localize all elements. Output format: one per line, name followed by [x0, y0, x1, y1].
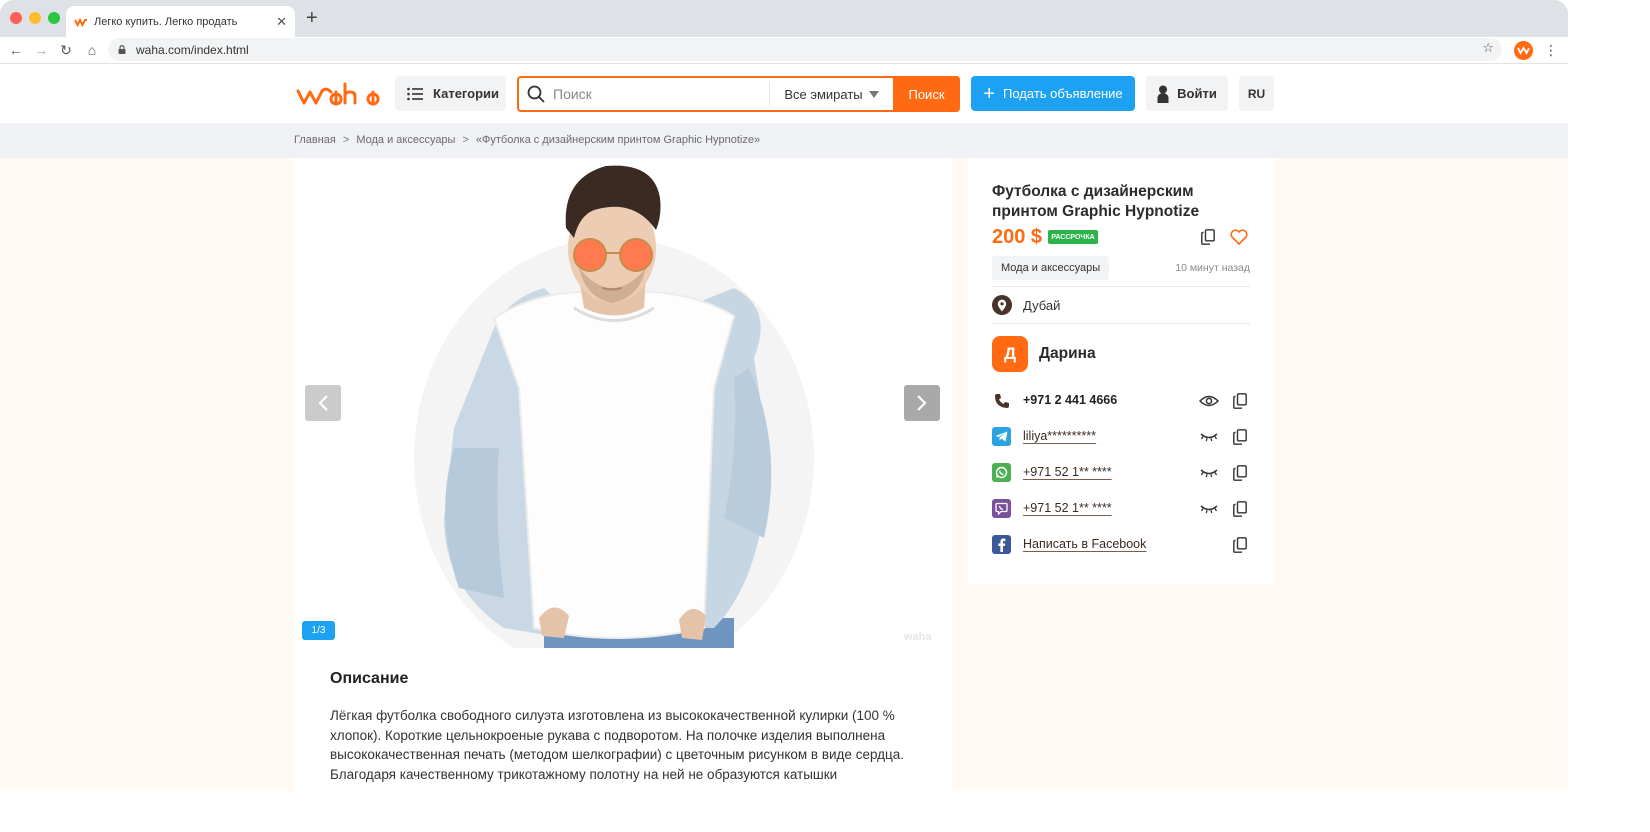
contact-row-facebook: Написать в Facebook [992, 534, 1250, 556]
seller-name[interactable]: Дарина [1039, 345, 1096, 363]
user-icon [1157, 85, 1169, 103]
favorite-button[interactable] [1229, 227, 1249, 247]
back-icon[interactable]: ← [7, 40, 25, 60]
contact-whatsapp-text[interactable]: +971 52 1** **** [1023, 465, 1112, 479]
copy-icon[interactable] [1230, 463, 1250, 483]
search-button[interactable]: Поиск [893, 76, 960, 112]
search-icon [527, 85, 545, 103]
browser-tab-bar: Легко купить. Легко продать ✕ + [0, 0, 1568, 37]
gallery-counter: 1/3 [302, 621, 335, 640]
copy-icon [1201, 229, 1215, 245]
emirates-label: Все эмираты [784, 86, 863, 102]
eye-open-icon[interactable] [1198, 390, 1220, 412]
copy-link-button[interactable] [1198, 227, 1218, 247]
category-chip[interactable]: Мода и аксессуары [992, 256, 1110, 280]
contact-viber-text[interactable]: +971 52 1** **** [1023, 501, 1112, 515]
breadcrumb-category[interactable]: Мода и аксессуары [356, 134, 455, 146]
main-content: waha 1/3 Описание Лёгкая футболка свобод… [0, 158, 1568, 791]
breadcrumb: Главная > Мода и аксессуары > «Футболка … [0, 123, 1568, 158]
breadcrumb-current: «Футболка с дизайнерским принтом Graphic… [475, 134, 761, 146]
post-ad-label: Подать объявление [1003, 86, 1123, 101]
gallery-prev-button[interactable] [305, 385, 341, 421]
window-close-dot[interactable] [10, 12, 22, 24]
login-button[interactable]: Войти [1146, 76, 1228, 111]
chevron-right-icon [917, 395, 927, 411]
contact-row-telegram: liliya********** [992, 426, 1250, 448]
eye-closed-icon[interactable] [1198, 426, 1220, 448]
breadcrumb-separator-icon: > [462, 134, 469, 146]
description-title: Описание [330, 670, 409, 687]
heart-icon [1230, 229, 1248, 245]
login-label: Войти [1177, 86, 1217, 101]
gallery-next-button[interactable] [904, 385, 940, 421]
browser-menu-icon[interactable]: ⋮ [1544, 40, 1558, 60]
location-text: Дубай [1023, 298, 1061, 313]
description-text: Лёгкая футболка свободного силуэта изгот… [330, 708, 905, 782]
search-bar: Все эмираты Поиск [517, 76, 960, 112]
photo-gallery: waha 1/3 [294, 158, 952, 648]
breadcrumb-separator-icon: > [342, 134, 350, 146]
description-section: Описание Лёгкая футболка свободного силу… [294, 648, 952, 791]
listing-panel: Футболка с дизайнерским принтом Graphic … [968, 158, 1274, 584]
copy-icon[interactable] [1230, 535, 1250, 555]
phone-icon [992, 391, 1011, 410]
breadcrumb-home[interactable]: Главная [294, 134, 336, 146]
listing-title: Футболка с дизайнерским принтом Graphic … [992, 183, 1200, 220]
telegram-icon [992, 427, 1011, 446]
post-ad-button[interactable]: + Подать объявление [971, 76, 1135, 111]
waha-favicon-icon [74, 17, 87, 27]
site-header: waha Категории Все эмираты Поиск + Подат… [0, 65, 1568, 123]
divider [992, 323, 1250, 324]
bookmark-star-icon[interactable]: ☆ [1482, 40, 1494, 56]
viber-icon [992, 499, 1011, 518]
categories-button[interactable]: Категории [395, 76, 506, 111]
contact-row-viber: +971 52 1** **** [992, 498, 1250, 520]
search-input[interactable] [553, 86, 763, 102]
url-text: waha.com/index.html [136, 42, 249, 57]
product-photo[interactable]: waha [294, 158, 952, 648]
location-pin-icon [992, 295, 1012, 315]
svg-text:waha: waha [903, 631, 932, 643]
window-zoom-dot[interactable] [48, 12, 60, 24]
home-icon[interactable]: ⌂ [83, 40, 101, 60]
copy-icon[interactable] [1230, 427, 1250, 447]
tab-close-icon[interactable]: ✕ [276, 14, 287, 30]
browser-tab[interactable]: Легко купить. Легко продать ✕ [66, 6, 295, 37]
reload-icon[interactable]: ↻ [57, 40, 75, 60]
posted-time: 10 минут назад [1175, 262, 1250, 274]
emirates-select[interactable]: Все эмираты [769, 82, 893, 106]
forward-icon[interactable]: → [32, 40, 50, 60]
browser-tab-title: Легко купить. Легко продать [94, 15, 238, 28]
copy-icon[interactable] [1230, 499, 1250, 519]
plus-icon: + [983, 82, 995, 105]
eye-closed-icon[interactable] [1198, 462, 1220, 484]
copy-icon[interactable] [1230, 391, 1250, 411]
new-tab-icon[interactable]: + [306, 7, 318, 29]
whatsapp-icon [992, 463, 1011, 482]
list-icon [407, 87, 423, 100]
contact-telegram-text[interactable]: liliya********** [1023, 429, 1096, 443]
window-minimize-dot[interactable] [29, 12, 41, 24]
categories-label: Категории [433, 86, 500, 101]
address-bar[interactable]: waha.com/index.html ☆ [108, 38, 1502, 61]
language-button[interactable]: RU [1239, 76, 1274, 111]
extension-avatar-icon[interactable] [1514, 41, 1533, 60]
contact-row-phone: +971 2 441 4666 [992, 390, 1250, 412]
contact-phone-text[interactable]: +971 2 441 4666 [1023, 393, 1117, 407]
eye-closed-icon[interactable] [1198, 498, 1220, 520]
lock-icon [118, 45, 126, 54]
contact-facebook-text[interactable]: Написать в Facebook [1023, 537, 1146, 551]
caret-down-icon [868, 90, 879, 98]
seller-avatar: Д [992, 336, 1028, 372]
contact-row-whatsapp: +971 52 1** **** [992, 462, 1250, 484]
divider [992, 286, 1250, 287]
waha-logo[interactable]: waha [296, 82, 382, 106]
browser-toolbar: ← → ↻ ⌂ waha.com/index.html ☆ ⋮ [0, 37, 1568, 64]
installment-badge: РАССРОЧКА [1048, 230, 1098, 244]
chevron-left-icon [318, 395, 328, 411]
facebook-icon [992, 535, 1011, 554]
listing-price: 200 $ [992, 226, 1043, 248]
